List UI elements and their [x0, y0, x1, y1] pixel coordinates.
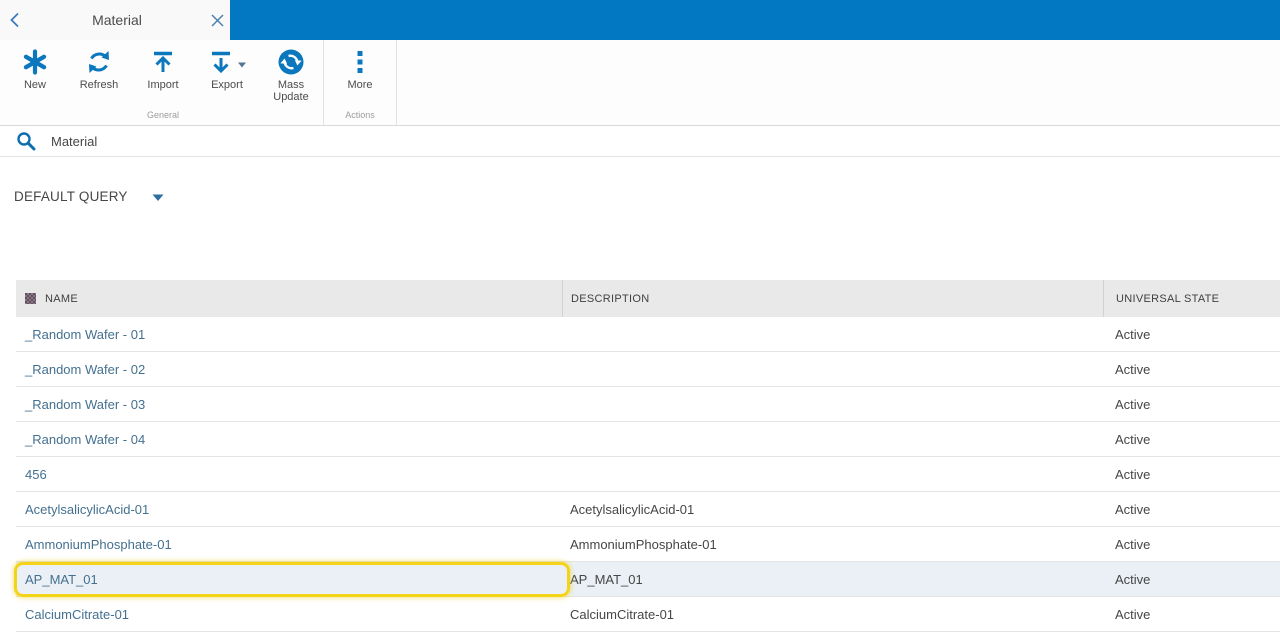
query-selector-label: DEFAULT QUERY	[14, 188, 128, 204]
table-row[interactable]: AmmoniumPhosphate-01 AmmoniumPhosphate-0…	[16, 527, 1280, 562]
new-asterisk-icon	[22, 47, 48, 77]
row-description: AcetylsalicylicAcid-01	[570, 501, 695, 517]
row-state: Active	[1115, 536, 1151, 552]
table-row[interactable]: _Random Wafer - 01 Active	[16, 317, 1280, 352]
row-name-link[interactable]: AmmoniumPhosphate-01	[25, 537, 172, 552]
search-input-value: Material	[51, 133, 98, 149]
export-button-label: Export	[211, 79, 243, 91]
more-vertical-dots-icon	[357, 47, 363, 77]
import-button[interactable]: Import	[131, 40, 195, 108]
table-row[interactable]: _Random Wafer - 03 Active	[16, 387, 1280, 422]
tab-material[interactable]: Material	[30, 0, 230, 40]
title-bar-fill	[230, 0, 1280, 40]
row-state: Active	[1115, 431, 1151, 447]
query-selector[interactable]: DEFAULT QUERY	[0, 186, 200, 206]
toolbar-group-actions: More Actions	[324, 40, 397, 125]
row-description: AP_MAT_01	[570, 571, 643, 587]
chevron-down-icon	[152, 194, 164, 202]
table-row[interactable]: 456 Active	[16, 457, 1280, 492]
column-header-name-label: NAME	[45, 292, 78, 305]
grid-header-row: NAME DESCRIPTION UNIVERSAL STATE	[16, 280, 1280, 317]
mass-update-button[interactable]: Mass Update	[259, 40, 323, 108]
column-header-universal-state[interactable]: UNIVERSAL STATE	[1103, 280, 1280, 317]
refresh-button-label: Refresh	[79, 79, 119, 91]
row-name-link[interactable]: 456	[25, 467, 47, 482]
import-button-label: Import	[147, 79, 179, 91]
tab-close-button[interactable]	[204, 13, 230, 27]
row-name-link[interactable]: CalciumCitrate-01	[25, 607, 129, 622]
top-bar: Material	[0, 0, 1280, 40]
export-arrow-down-icon	[208, 49, 234, 75]
row-state: Active	[1115, 606, 1151, 622]
mass-update-button-label: Mass Update	[273, 79, 309, 103]
column-header-name[interactable]: NAME	[16, 280, 562, 317]
mass-update-sync-icon	[277, 47, 305, 77]
new-button-label: New	[23, 79, 46, 91]
row-name-link[interactable]: _Random Wafer - 01	[25, 327, 145, 342]
table-row-highlighted[interactable]: AP_MAT_01 AP_MAT_01 Active	[14, 562, 1280, 597]
search-bar[interactable]: Material	[0, 126, 1280, 157]
toolbar-group-label-actions: Actions	[345, 110, 375, 120]
material-grid: NAME DESCRIPTION UNIVERSAL STATE _Random…	[14, 280, 1280, 632]
more-button[interactable]: More	[328, 40, 392, 108]
new-button[interactable]: New	[3, 40, 67, 108]
table-row[interactable]: AcetylsalicylicAcid-01 AcetylsalicylicAc…	[16, 492, 1280, 527]
row-state: Active	[1115, 326, 1151, 342]
row-name-link[interactable]: AcetylsalicylicAcid-01	[25, 502, 149, 517]
column-header-description-label: DESCRIPTION	[571, 292, 650, 305]
row-name-link[interactable]: AP_MAT_01	[25, 572, 98, 587]
column-header-description[interactable]: DESCRIPTION	[562, 280, 1103, 317]
refresh-icon	[86, 47, 112, 77]
export-button[interactable]: Export	[195, 40, 259, 108]
row-state: Active	[1115, 571, 1151, 587]
refresh-button[interactable]: Refresh	[67, 40, 131, 108]
table-row[interactable]: _Random Wafer - 04 Active	[16, 422, 1280, 457]
row-state: Active	[1115, 396, 1151, 412]
column-header-universal-state-label: UNIVERSAL STATE	[1116, 292, 1220, 305]
export-dropdown-caret-icon[interactable]	[238, 62, 246, 68]
row-description: AmmoniumPhosphate-01	[570, 536, 717, 552]
tab-title: Material	[92, 12, 142, 28]
row-name-link[interactable]: _Random Wafer - 03	[25, 397, 145, 412]
row-name-link[interactable]: _Random Wafer - 04	[25, 432, 145, 447]
chevron-left-icon	[8, 10, 22, 30]
select-all-square-icon[interactable]	[25, 293, 36, 304]
row-state: Active	[1115, 361, 1151, 377]
row-state: Active	[1115, 501, 1151, 517]
row-state: Active	[1115, 466, 1151, 482]
toolbar-group-general: New Refresh Import Export Mass Update Ge…	[3, 40, 324, 125]
table-row[interactable]: _Random Wafer - 02 Active	[16, 352, 1280, 387]
row-description: CalciumCitrate-01	[570, 606, 675, 622]
toolbar-group-label-general: General	[146, 110, 180, 120]
table-row[interactable]: CalciumCitrate-01 CalciumCitrate-01 Acti…	[16, 597, 1280, 632]
row-name-link[interactable]: _Random Wafer - 02	[25, 362, 145, 377]
toolbar: New Refresh Import Export Mass Update Ge…	[0, 40, 1280, 126]
import-arrow-up-icon	[150, 47, 176, 77]
close-x-icon	[210, 13, 224, 27]
back-button[interactable]	[0, 0, 30, 40]
search-icon	[16, 131, 36, 151]
more-button-label: More	[347, 79, 373, 91]
